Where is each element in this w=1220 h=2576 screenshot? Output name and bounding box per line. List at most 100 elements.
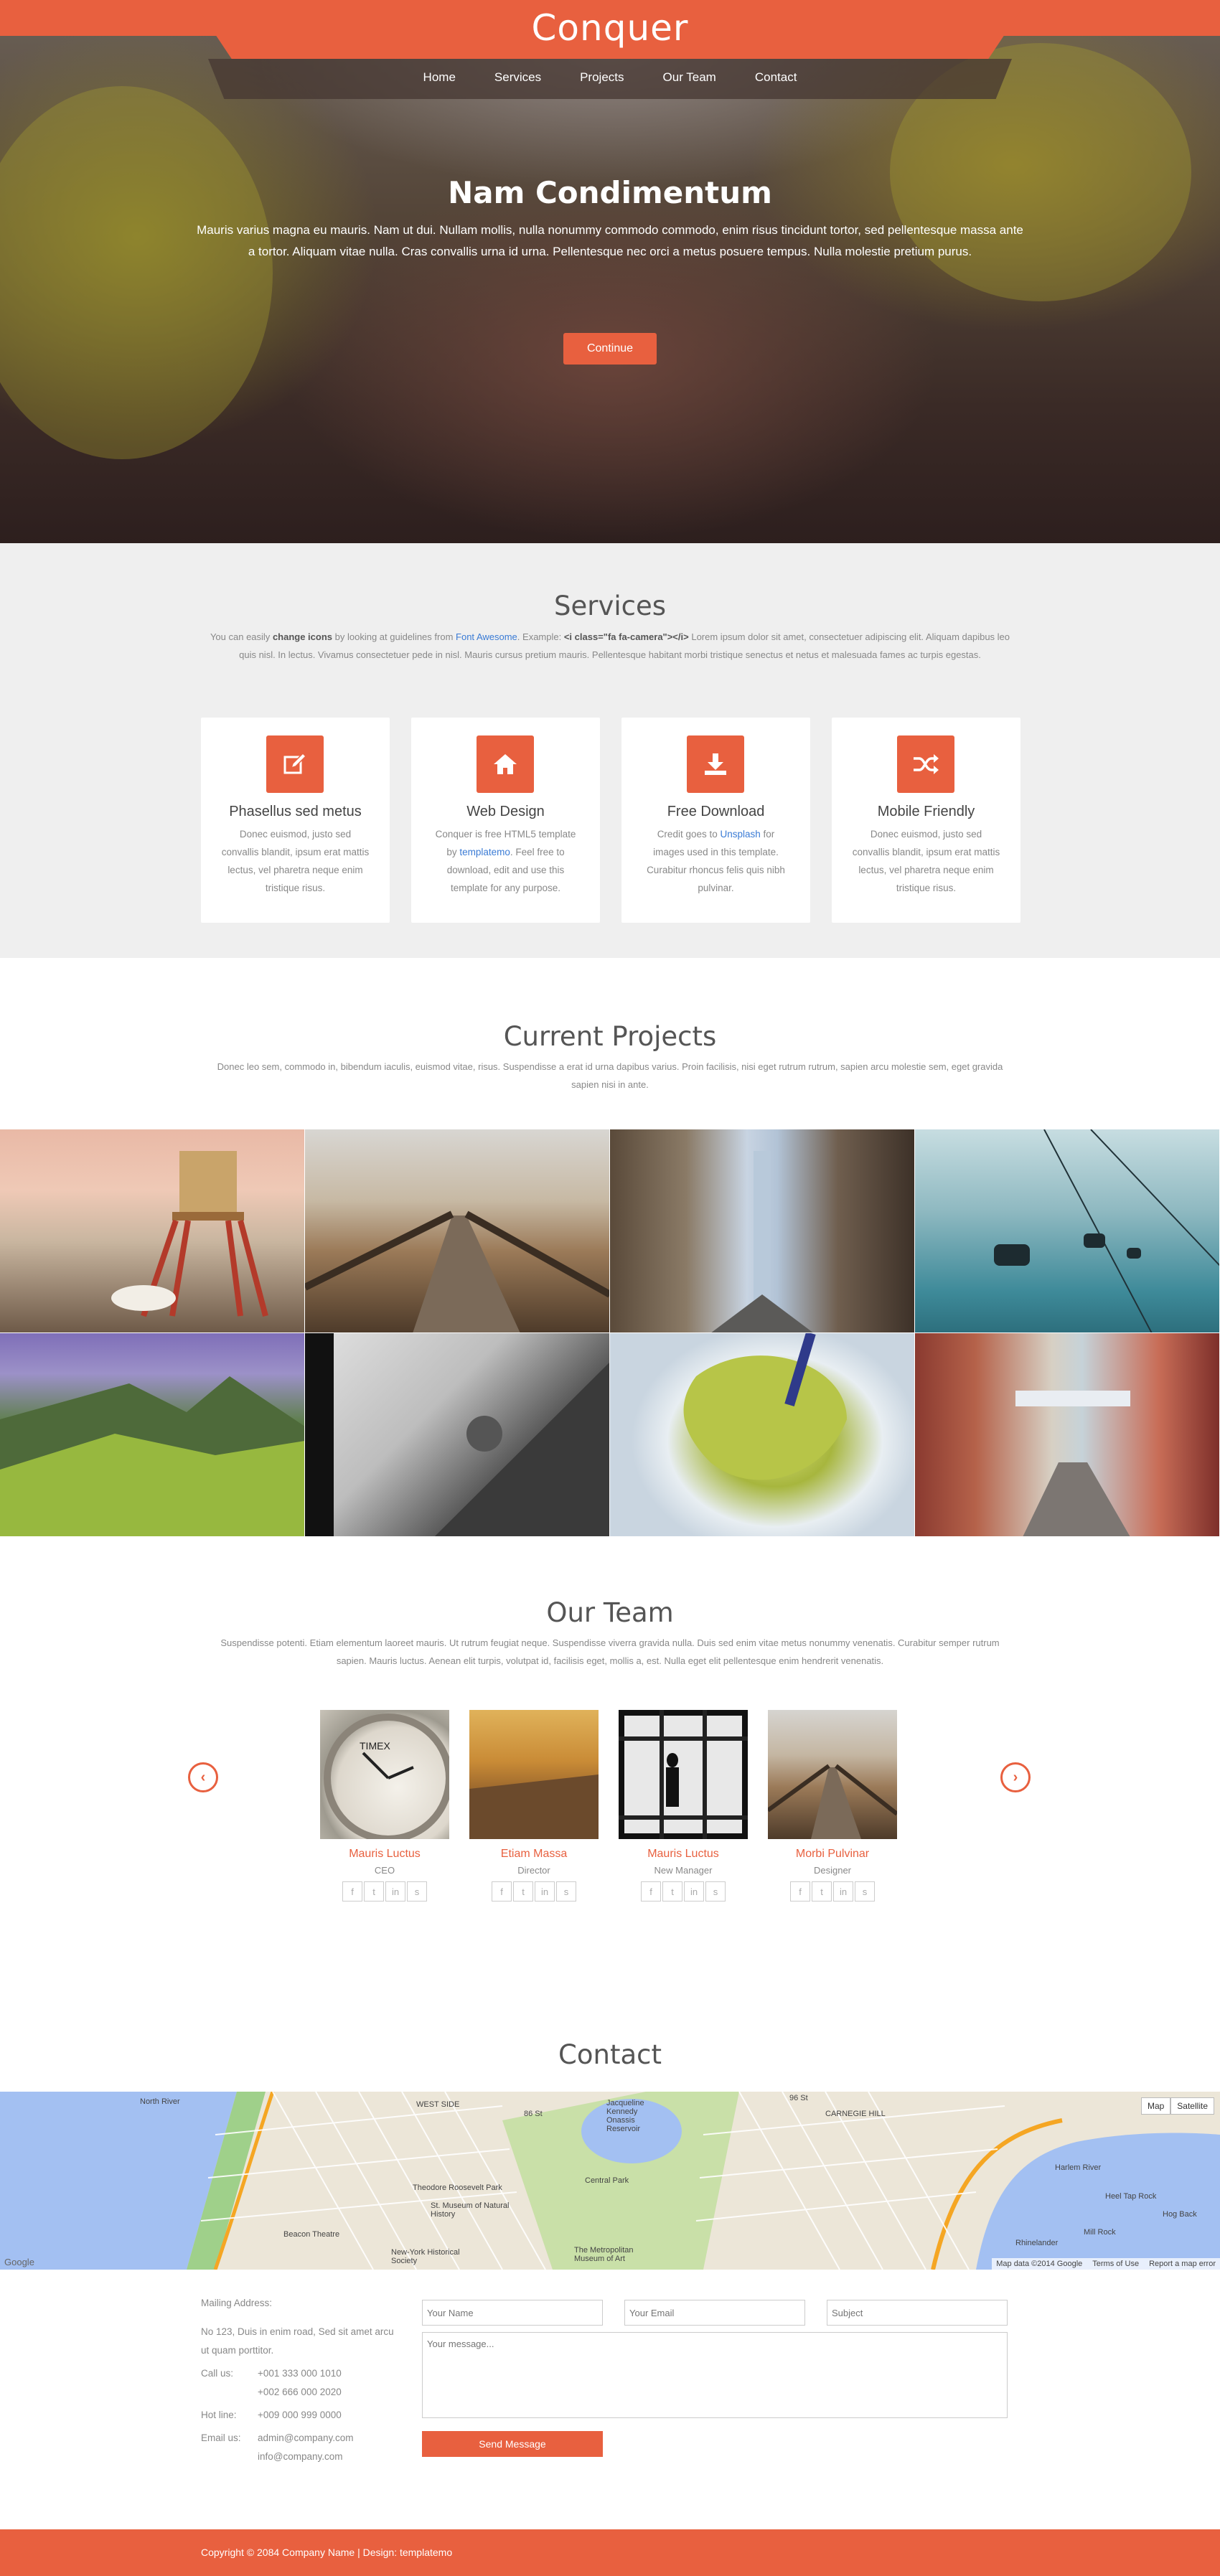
site-logo[interactable]: Conquer [0, 7, 1220, 49]
subject-field[interactable] [827, 2300, 1008, 2326]
linkedin-icon[interactable]: in [684, 1881, 704, 1902]
contact-title: Contact [558, 2039, 662, 2070]
map-label: CARNEGIE HILL [825, 2110, 886, 2118]
map-type-map-button[interactable]: Map [1140, 2097, 1171, 2115]
project-image-alley[interactable] [915, 1333, 1220, 1537]
map-type-toggle: Map Satellite [1140, 2097, 1214, 2115]
map-label: St. Museum of Natural History [431, 2201, 510, 2219]
team-member-socials: f t in s [619, 1881, 748, 1902]
skype-icon[interactable]: s [705, 1881, 726, 1902]
facebook-icon[interactable]: f [492, 1881, 512, 1902]
services-intro-text: You can easily [210, 631, 271, 642]
team-prev-button[interactable]: ‹ [188, 1762, 218, 1792]
map-label: Beacon Theatre [283, 2230, 340, 2239]
project-image-mountain[interactable] [0, 1333, 305, 1537]
twitter-icon[interactable]: t [662, 1881, 682, 1902]
lifeguard-tower-graphic [111, 1151, 268, 1317]
team-member: Morbi Pulvinar Designer f t in s [768, 1710, 897, 1902]
skype-icon[interactable]: s [855, 1881, 875, 1902]
service-card-title: Mobile Friendly [877, 804, 975, 819]
hotline-label: Hot line: [201, 2410, 237, 2420]
skype-icon[interactable]: s [407, 1881, 427, 1902]
twitter-icon[interactable]: t [364, 1881, 384, 1902]
font-awesome-link[interactable]: Font Awesome [456, 631, 517, 642]
phone-number: +002 666 000 2020 [258, 2387, 342, 2397]
email-address[interactable]: admin@company.com [258, 2429, 354, 2448]
service-cards: Phasellus sed metus Donec euismod, justo… [201, 718, 1020, 923]
team-member: TIMEX Mauris Luctus CEO f t in s [320, 1710, 449, 1902]
services-title: Services [553, 591, 667, 621]
team-member-role: Designer [813, 1865, 852, 1876]
mailing-address-heading: Mailing Address: [201, 2298, 273, 2308]
team-member-name[interactable]: Mauris Luctus [320, 1848, 449, 1861]
nav-contact[interactable]: Contact [755, 70, 797, 85]
facebook-icon[interactable]: f [790, 1881, 810, 1902]
site-footer: Copyright © 2084 Company Name | Design: … [0, 2529, 1220, 2576]
name-field[interactable] [422, 2300, 603, 2326]
hotline-row: Hot line: +009 000 999 0000 [201, 2406, 402, 2425]
facebook-icon[interactable]: f [342, 1881, 362, 1902]
email-address[interactable]: info@company.com [258, 2448, 354, 2466]
mailing-address: No 123, Duis in enim road, Sed sit amet … [201, 2326, 394, 2356]
team-member-name[interactable]: Mauris Luctus [619, 1848, 748, 1861]
services-intro-text: . Example: [517, 631, 562, 642]
map-label: Theodore Roosevelt Park [413, 2184, 502, 2192]
project-image-cable-car[interactable] [915, 1129, 1220, 1333]
nav-our-team[interactable]: Our Team [663, 70, 716, 85]
linkedin-icon[interactable]: in [385, 1881, 405, 1902]
map-label: New-York Historical Society [391, 2248, 460, 2265]
team-title: Our Team [546, 1597, 674, 1628]
map-type-satellite-button[interactable]: Satellite [1170, 2097, 1214, 2115]
team-member-name[interactable]: Morbi Pulvinar [768, 1848, 897, 1861]
twitter-icon[interactable]: t [812, 1881, 832, 1902]
team-member-photo [768, 1710, 897, 1839]
leaf-graphic [683, 1333, 847, 1480]
email-field[interactable] [624, 2300, 805, 2326]
map-label: Hog Back [1163, 2210, 1197, 2219]
team-member-photo: TIMEX [320, 1710, 449, 1839]
send-message-button[interactable]: Send Message [422, 2431, 603, 2457]
map-label: WEST SIDE [416, 2100, 460, 2109]
nav-projects[interactable]: Projects [580, 70, 624, 85]
service-card: Phasellus sed metus Donec euismod, justo… [201, 718, 390, 923]
map-terms-link[interactable]: Terms of Use [1092, 2260, 1139, 2268]
map-report-link[interactable]: Report a map error [1149, 2260, 1216, 2268]
templatemo-link[interactable]: templatemo [459, 847, 510, 857]
map-data-credit: Map data ©2014 Google [996, 2260, 1083, 2268]
unsplash-link[interactable]: Unsplash [721, 829, 761, 840]
project-image-city-street[interactable] [610, 1129, 915, 1333]
team-next-button[interactable]: › [1000, 1762, 1031, 1792]
map-attribution: Map data ©2014 Google Terms of Use Repor… [992, 2258, 1220, 2270]
phone-number: +001 333 000 1010 [258, 2368, 342, 2379]
linkedin-icon[interactable]: in [833, 1881, 853, 1902]
project-image-boardwalk[interactable] [305, 1129, 610, 1333]
linkedin-icon[interactable]: in [535, 1881, 555, 1902]
building-graphic [305, 1333, 609, 1536]
team-member-name[interactable]: Etiam Massa [469, 1848, 599, 1861]
projects-title: Current Projects [503, 1021, 717, 1052]
services-intro-code: <i class="fa fa-camera"></i> [563, 631, 689, 642]
team-carousel: TIMEX Mauris Luctus CEO f t in s Etiam M… [320, 1710, 897, 1902]
skype-icon[interactable]: s [556, 1881, 576, 1902]
map-embed[interactable]: North River Jacqueline Kennedy Onassis R… [0, 2092, 1220, 2270]
facebook-icon[interactable]: f [641, 1881, 661, 1902]
project-image-building[interactable] [305, 1333, 610, 1537]
continue-button[interactable]: Continue [563, 333, 657, 365]
nav-home[interactable]: Home [423, 70, 456, 85]
team-member-socials: f t in s [469, 1881, 599, 1902]
twitter-icon[interactable]: t [513, 1881, 533, 1902]
contact-address-block: Mailing Address: No 123, Duis in enim ro… [201, 2294, 402, 2466]
team-member: Mauris Luctus New Manager f t in s [619, 1710, 748, 1902]
team-member-socials: f t in s [320, 1881, 449, 1902]
project-image-lifeguard-tower[interactable] [0, 1129, 305, 1333]
message-field[interactable] [422, 2332, 1008, 2418]
team-text: Suspendisse potenti. Etiam elementum lao… [220, 1637, 1000, 1666]
service-card-text: Conquer is free HTML5 template by templa… [431, 825, 580, 897]
nav-services[interactable]: Services [494, 70, 541, 85]
map-label: Harlem River [1055, 2163, 1102, 2172]
service-card-title: Web Design [466, 804, 545, 819]
service-card-text-part: Credit goes to [657, 829, 718, 840]
project-image-leaf[interactable] [610, 1333, 915, 1537]
team-member: Etiam Massa Director f t in s [469, 1710, 599, 1902]
team-member-socials: f t in s [768, 1881, 897, 1902]
